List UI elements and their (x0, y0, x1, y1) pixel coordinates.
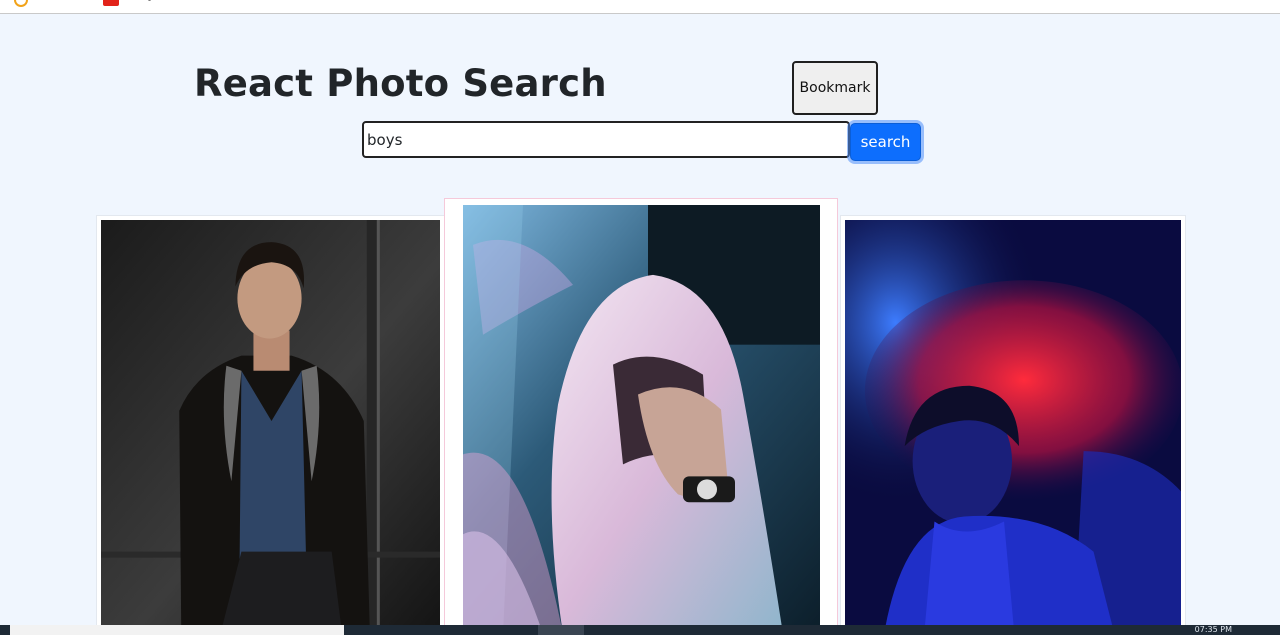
photo-card[interactable] (840, 215, 1186, 635)
browser-favicon-icon[interactable] (14, 0, 28, 7)
page-title: React Photo Search (194, 62, 607, 105)
search-input[interactable] (362, 121, 850, 158)
browser-tab-strip (0, 0, 1280, 14)
taskbar-search-box[interactable] (10, 625, 344, 635)
photo-image[interactable] (463, 205, 820, 634)
browser-tab-icon[interactable] (103, 0, 119, 6)
os-taskbar: 07:35 PM (0, 625, 1280, 635)
search-button[interactable]: search (850, 123, 921, 161)
photo-boy-neon (845, 220, 1181, 630)
taskbar-clock: 07:35 PM (1194, 625, 1232, 634)
bookmark-button[interactable]: Bookmark (792, 61, 878, 115)
taskbar-active-app[interactable] (538, 625, 584, 635)
photo-young-man (101, 220, 440, 630)
photo-card[interactable] (96, 215, 445, 635)
photo-card[interactable] (444, 198, 838, 635)
tab-dot-icon (148, 0, 151, 1)
photo-image[interactable] (845, 220, 1181, 630)
photo-hoodie-person (463, 205, 820, 634)
photo-image[interactable] (101, 220, 440, 630)
